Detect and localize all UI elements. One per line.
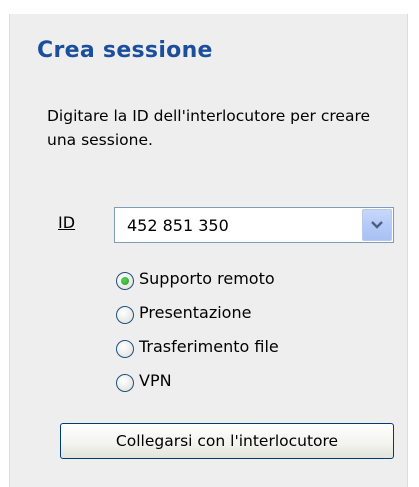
radio-label[interactable]: Supporto remoto	[139, 269, 275, 288]
dropdown-button[interactable]	[362, 209, 392, 241]
radio-label[interactable]: Trasferimento file	[139, 337, 279, 356]
radio-button[interactable]	[116, 306, 134, 324]
id-label: ID	[58, 213, 76, 232]
radio-button[interactable]	[116, 374, 134, 392]
connect-to-partner-button[interactable]: Collegarsi con l'interlocutore	[60, 423, 394, 459]
panel-title: Crea sessione	[37, 38, 213, 63]
radio-button[interactable]	[116, 340, 134, 358]
partner-id-value[interactable]: 452 851 350	[127, 216, 229, 235]
partner-id-combobox[interactable]: 452 851 350	[114, 207, 394, 243]
panel-description: Digitare la ID dell'interlocutore per cr…	[47, 107, 371, 149]
radio-label[interactable]: VPN	[139, 371, 172, 390]
radio-button[interactable]	[116, 272, 134, 290]
chevron-down-icon	[371, 221, 383, 229]
create-session-panel: Crea sessione Digitare la ID dell'interl…	[9, 14, 408, 487]
radio-label[interactable]: Presentazione	[139, 303, 251, 322]
radio-selected-dot	[121, 277, 129, 285]
